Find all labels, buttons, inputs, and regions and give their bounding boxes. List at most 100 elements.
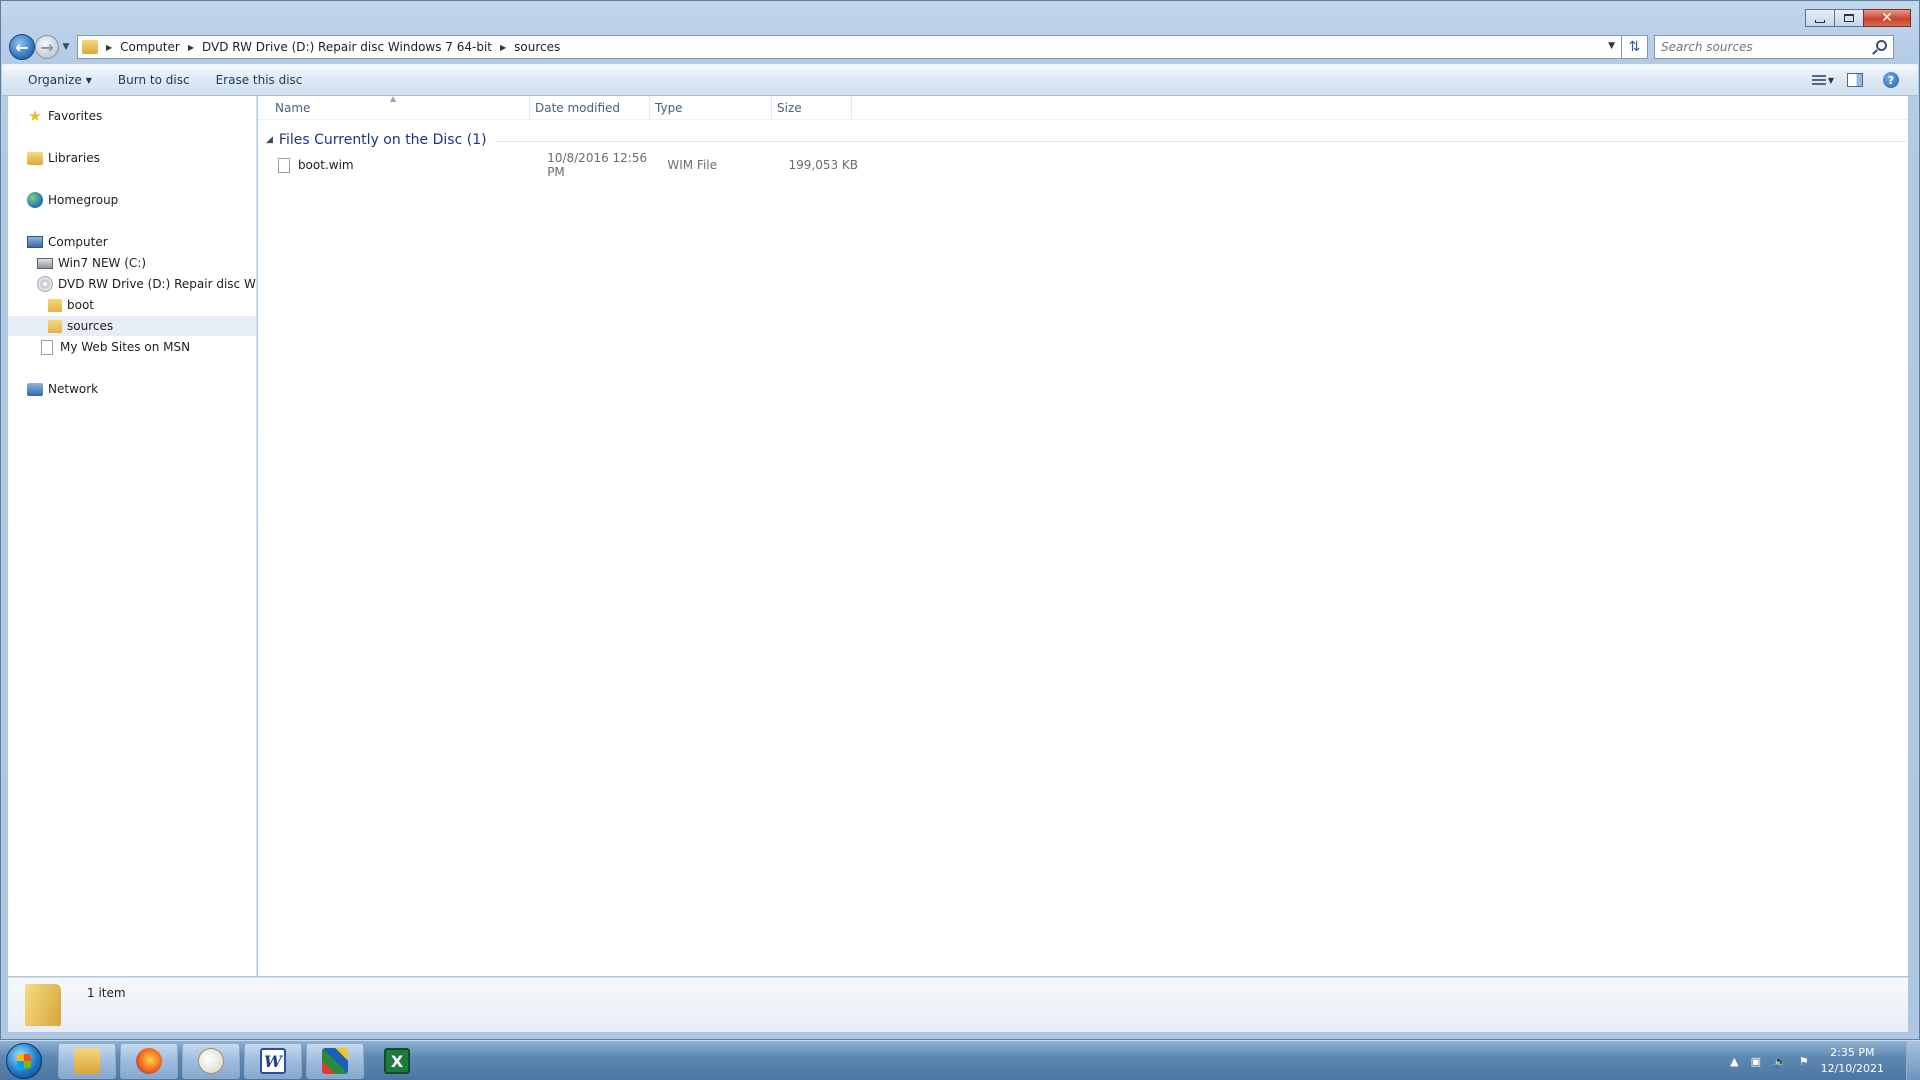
- tree-item-label: Network: [48, 382, 99, 396]
- collapse-triangle-icon[interactable]: ◢: [266, 135, 273, 145]
- tree-item-drive-d[interactable]: DVD RW Drive (D:) Repair disc Windows 7 …: [8, 274, 256, 294]
- minimize-button[interactable]: [1805, 9, 1835, 27]
- erase-disc-button[interactable]: Erase this disc: [203, 67, 316, 93]
- taskbar-explorer-button[interactable]: [58, 1043, 116, 1079]
- command-bar-tools: ▼ ?: [1798, 69, 1918, 91]
- navigation-bar: ← → ▼ ▶ Computer ▶ DVD RW Drive (D:) Rep…: [9, 34, 1911, 60]
- burn-to-disc-label: Burn to disc: [117, 73, 190, 87]
- paint-palette-icon: [198, 1048, 224, 1074]
- tree-item-label: Computer: [48, 235, 108, 249]
- back-button[interactable]: ←: [9, 34, 35, 60]
- volume-icon[interactable]: 🔈: [1773, 1055, 1787, 1068]
- tree-item-homegroup[interactable]: Homegroup: [8, 190, 256, 210]
- taskbar: W X ▲ ▣ 🔈 ⚑ 2:35 PM 12/10/2021: [0, 1040, 1920, 1080]
- tree-item-label: My Web Sites on MSN: [60, 340, 191, 354]
- navigation-pane: ★ Favorites Libraries Homegroup Computer…: [8, 96, 257, 976]
- file-type: WIM File: [667, 158, 717, 172]
- libraries-icon: [27, 151, 43, 165]
- explorer-icon: [74, 1048, 100, 1074]
- network-icon: [27, 382, 43, 396]
- show-desktop-button[interactable]: [1906, 1041, 1920, 1080]
- file-size: 199,053 KB: [788, 158, 859, 172]
- column-header-name[interactable]: ▲ Name: [258, 94, 530, 120]
- column-header-date[interactable]: Date modified: [530, 96, 650, 120]
- word-icon: W: [260, 1048, 286, 1074]
- dvd-drive-icon: [37, 276, 53, 292]
- forward-arrow-icon: →: [40, 37, 54, 57]
- chevron-down-icon: ▼: [85, 75, 92, 85]
- column-header-label: Name: [275, 101, 311, 115]
- chevron-down-icon[interactable]: ▼: [1828, 76, 1834, 85]
- column-header-label: Size: [777, 101, 802, 115]
- close-icon: ✕: [1881, 10, 1893, 26]
- taskbar-firefox-button[interactable]: [120, 1043, 178, 1079]
- views-icon: [1811, 75, 1826, 85]
- search-icon[interactable]: [1876, 40, 1887, 51]
- tree-item-label: sources: [67, 319, 114, 333]
- breadcrumb-separator-icon[interactable]: ▶: [188, 43, 194, 52]
- column-header-row: ▲ Name Date modified Type Size: [258, 94, 1908, 120]
- breadcrumb-computer[interactable]: Computer: [120, 40, 180, 54]
- network-tool-icon: [322, 1048, 348, 1074]
- help-button[interactable]: ?: [1876, 69, 1906, 91]
- firefox-icon: [136, 1048, 162, 1074]
- command-bar: Organize ▼ Burn to disc Erase this disc …: [2, 64, 1918, 96]
- column-header-type[interactable]: Type: [650, 96, 772, 120]
- item-count: 1 item: [87, 986, 126, 1000]
- star-icon: ★: [28, 107, 42, 125]
- breadcrumb-separator-icon[interactable]: ▶: [500, 43, 506, 52]
- tree-item-label: DVD RW Drive (D:) Repair disc Windows 7 …: [58, 277, 256, 291]
- clock-time: 2:35 PM: [1830, 1046, 1875, 1059]
- taskbar-network-tool-button[interactable]: [306, 1043, 364, 1079]
- homegroup-icon: [27, 192, 43, 208]
- organize-button[interactable]: Organize ▼: [15, 67, 105, 93]
- tree-item-drive-c[interactable]: Win7 NEW (C:): [8, 253, 256, 273]
- action-center-flag-icon[interactable]: ⚑: [1799, 1055, 1809, 1068]
- search-box[interactable]: [1654, 35, 1894, 59]
- folder-icon: [48, 319, 62, 333]
- forward-button[interactable]: →: [35, 35, 59, 59]
- start-button[interactable]: [6, 1043, 42, 1079]
- search-input[interactable]: [1661, 40, 1861, 54]
- maximize-icon: [1844, 14, 1854, 22]
- system-tray: ▲ ▣ 🔈 ⚑ 2:35 PM 12/10/2021: [1730, 1041, 1920, 1080]
- network-status-icon[interactable]: ▣: [1751, 1055, 1761, 1068]
- maximize-button[interactable]: [1834, 9, 1864, 27]
- minimize-icon: [1815, 19, 1825, 23]
- tree-item-msn[interactable]: My Web Sites on MSN: [8, 337, 256, 357]
- breadcrumb-sources[interactable]: sources: [514, 40, 560, 54]
- tree-item-label: boot: [67, 298, 95, 312]
- file-row[interactable]: boot.wim 10/8/2016 12:56 PM WIM File 199…: [258, 151, 859, 179]
- refresh-icon: ⇅: [1628, 39, 1641, 55]
- breadcrumb-dvd-drive[interactable]: DVD RW Drive (D:) Repair disc Windows 7 …: [202, 40, 492, 54]
- column-header-size[interactable]: Size: [772, 96, 852, 120]
- tree-item-favorites[interactable]: ★ Favorites: [8, 106, 256, 126]
- details-pane: 1 item: [8, 977, 1908, 1032]
- file-name: boot.wim: [297, 158, 354, 172]
- burn-to-disc-button[interactable]: Burn to disc: [105, 67, 203, 93]
- tree-item-sources[interactable]: sources: [8, 316, 256, 336]
- show-hidden-icons-icon[interactable]: ▲: [1730, 1055, 1738, 1068]
- refresh-button[interactable]: ⇅: [1622, 35, 1648, 59]
- recent-pages-button[interactable]: ▼: [59, 42, 73, 52]
- close-button[interactable]: ✕: [1863, 9, 1911, 27]
- taskbar-paint-button[interactable]: [182, 1043, 240, 1079]
- preview-pane-button[interactable]: [1840, 69, 1870, 91]
- help-icon: ?: [1883, 72, 1899, 88]
- group-header[interactable]: ◢ Files Currently on the Disc (1): [266, 130, 1906, 150]
- taskbar-excel-button[interactable]: X: [368, 1043, 426, 1079]
- tree-item-computer[interactable]: Computer: [8, 232, 256, 252]
- clock[interactable]: 2:35 PM 12/10/2021: [1821, 1045, 1884, 1077]
- tree-item-network[interactable]: Network: [8, 379, 256, 399]
- taskbar-word-button[interactable]: W: [244, 1043, 302, 1079]
- address-dropdown-icon[interactable]: ▼: [1608, 41, 1615, 51]
- address-bar[interactable]: ▶ Computer ▶ DVD RW Drive (D:) Repair di…: [77, 35, 1622, 59]
- tree-item-boot[interactable]: boot: [8, 295, 256, 315]
- chevron-down-icon: ▼: [62, 42, 70, 52]
- computer-icon: [27, 236, 43, 248]
- breadcrumb-separator-icon[interactable]: ▶: [106, 43, 112, 52]
- column-header-label: Date modified: [535, 101, 621, 115]
- tree-item-libraries[interactable]: Libraries: [8, 148, 256, 168]
- erase-disc-label: Erase this disc: [215, 73, 303, 87]
- column-header-label: Type: [655, 101, 683, 115]
